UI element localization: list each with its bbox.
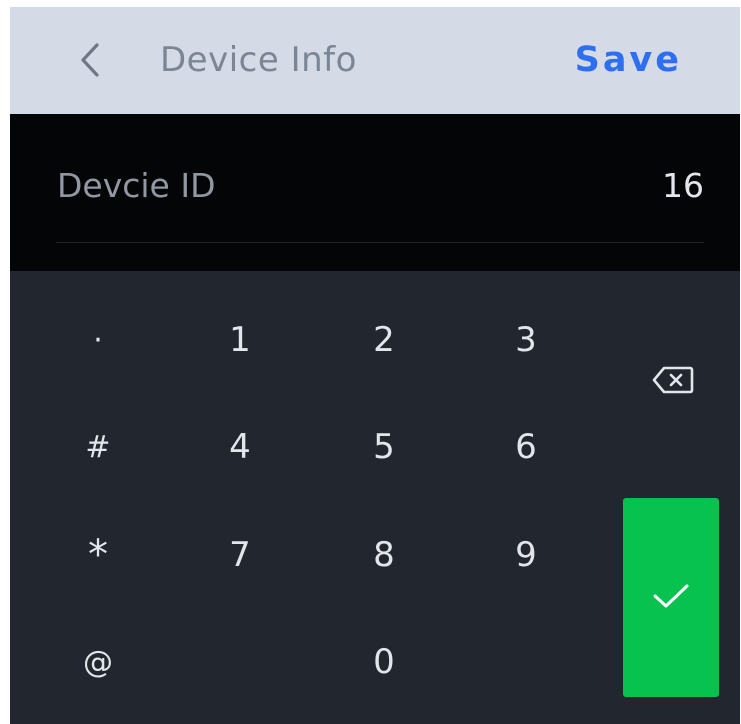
key-7[interactable]: 7 [170,510,310,600]
save-button[interactable]: Save [575,37,682,83]
key-3[interactable]: 3 [456,295,596,385]
key-8[interactable]: 8 [314,510,454,600]
device-info-screen: Device Info Save Devcie ID 16 · 1 2 3 # … [10,7,740,724]
header-bar: Device Info Save [10,7,740,114]
key-6[interactable]: 6 [456,402,596,492]
backspace-button[interactable] [620,337,725,427]
check-icon [651,581,691,615]
key-2[interactable]: 2 [314,295,454,385]
device-id-value[interactable]: 16 [662,164,704,208]
backspace-icon [652,366,694,398]
chevron-left-icon[interactable] [70,40,110,80]
key-0[interactable]: 0 [314,617,454,707]
key-hash[interactable]: # [28,402,168,492]
device-id-field: Devcie ID 16 [10,114,740,271]
page-title: Device Info [160,40,357,80]
key-4[interactable]: 4 [170,402,310,492]
confirm-button[interactable] [623,498,719,697]
key-at[interactable]: @ [28,617,168,707]
field-divider [56,242,704,243]
key-star[interactable]: * [28,510,168,600]
key-9[interactable]: 9 [456,510,596,600]
key-1[interactable]: 1 [170,295,310,385]
key-dot[interactable]: · [28,295,168,385]
key-5[interactable]: 5 [314,402,454,492]
device-id-label: Devcie ID [57,166,216,205]
